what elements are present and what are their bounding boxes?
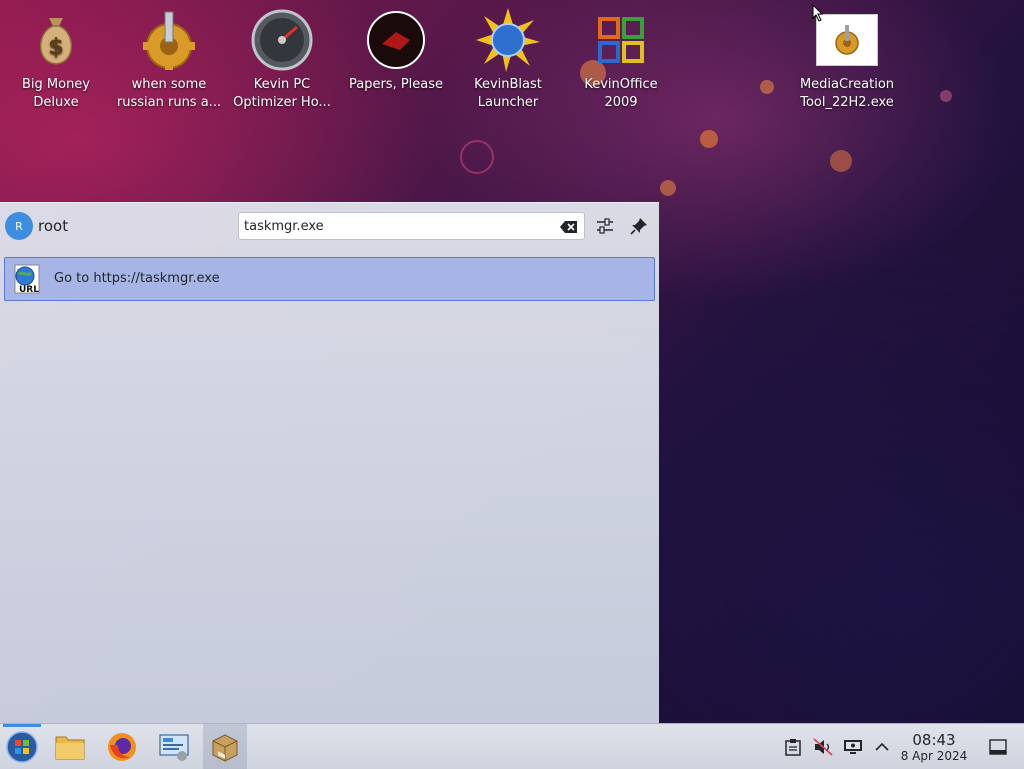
- search-result-go-to-url[interactable]: URL Go to https://taskmgr.exe: [4, 257, 655, 301]
- desktop-icon-papers-please[interactable]: Papers, Please: [341, 8, 451, 94]
- office-logo-icon: [589, 8, 653, 72]
- pin-icon: [630, 218, 647, 235]
- taskbar-firefox[interactable]: [100, 724, 144, 769]
- username: root: [38, 217, 69, 235]
- desktop-icon-label: Big Money Deluxe: [21, 77, 90, 110]
- file-manager-icon: [55, 736, 85, 759]
- taskbar-package-app[interactable]: [203, 724, 247, 769]
- control-panel-icon: [159, 733, 189, 761]
- desktop-icon-label: when some russian runs a...: [116, 77, 222, 110]
- package-icon: [212, 733, 238, 762]
- volume-muted-icon: [813, 738, 833, 756]
- start-orb-icon: [6, 730, 38, 763]
- svg-text:URL: URL: [19, 285, 39, 295]
- chevron-up-icon: [875, 742, 889, 751]
- mouse-cursor-icon: [812, 4, 824, 22]
- papers-please-icon: [364, 8, 428, 72]
- tray-clipboard[interactable]: [783, 737, 803, 757]
- taskbar-control-panel[interactable]: [152, 724, 196, 769]
- desktop-icon-mediacreationtool[interactable]: MediaCreation Tool_22H2.exe: [792, 8, 902, 112]
- search-field[interactable]: [238, 212, 585, 240]
- desktop-icon-kevin-pc-optimizer[interactable]: Kevin PC Optimizer Ho...: [227, 8, 337, 112]
- backspace-clear-icon: [560, 221, 577, 233]
- gear-icon: [137, 8, 201, 72]
- taskbar-file-manager[interactable]: [48, 724, 92, 769]
- desktop-icon-label: Kevin PC Optimizer Ho...: [233, 77, 331, 110]
- desktop-icon-area: $ Big Money Deluxe when some russian run…: [0, 0, 1024, 200]
- globe-burst-icon: [476, 8, 540, 72]
- desktop-icon-kevinblast-launcher[interactable]: KevinBlast Launcher: [453, 8, 563, 112]
- desktop-icon-label: KevinOffice 2009: [584, 77, 658, 110]
- show-desktop-button[interactable]: [988, 737, 1008, 757]
- firefox-icon: [108, 732, 136, 761]
- configure-button[interactable]: [595, 216, 615, 236]
- display-icon: [844, 740, 862, 754]
- taskbar: 08:43 8 Apr 2024: [0, 723, 1024, 769]
- url-globe-icon: URL: [11, 263, 43, 295]
- search-result-label: Go to https://taskmgr.exe: [54, 271, 220, 286]
- desktop-icon-russian[interactable]: when some russian runs a...: [114, 8, 224, 112]
- avatar[interactable]: R: [5, 212, 33, 240]
- desktop-icon-label: MediaCreation Tool_22H2.exe: [799, 77, 895, 110]
- clipboard-icon: [785, 739, 801, 756]
- clear-search-button[interactable]: [560, 219, 578, 233]
- show-desktop-icon: [989, 739, 1007, 755]
- tray-expand-button[interactable]: [872, 737, 892, 757]
- desktop-icon-kevinoffice-2009[interactable]: KevinOffice 2009: [566, 8, 676, 112]
- desktop-icon-big-money-deluxe[interactable]: $ Big Money Deluxe: [1, 8, 111, 112]
- money-bag-icon: $: [24, 8, 88, 72]
- application-launcher: R root URL Go to https://taskmgr.exe: [0, 202, 659, 725]
- launcher-header: R root: [0, 203, 659, 249]
- tray-display[interactable]: [843, 737, 863, 757]
- tray-volume[interactable]: [813, 737, 833, 757]
- clock-date: 8 Apr 2024: [900, 749, 968, 763]
- search-input[interactable]: [244, 216, 544, 236]
- sliders-icon: [597, 218, 613, 234]
- digital-clock[interactable]: 08:43 8 Apr 2024: [896, 731, 972, 764]
- start-button[interactable]: [0, 724, 44, 769]
- clock-time: 08:43: [912, 731, 956, 749]
- installer-gear-icon: [815, 8, 879, 72]
- desktop-icon-label: Papers, Please: [348, 77, 444, 92]
- speedometer-icon: [250, 8, 314, 72]
- desktop-icon-label: KevinBlast Launcher: [474, 77, 542, 110]
- pin-button[interactable]: [629, 216, 649, 236]
- svg-text:$: $: [48, 35, 63, 60]
